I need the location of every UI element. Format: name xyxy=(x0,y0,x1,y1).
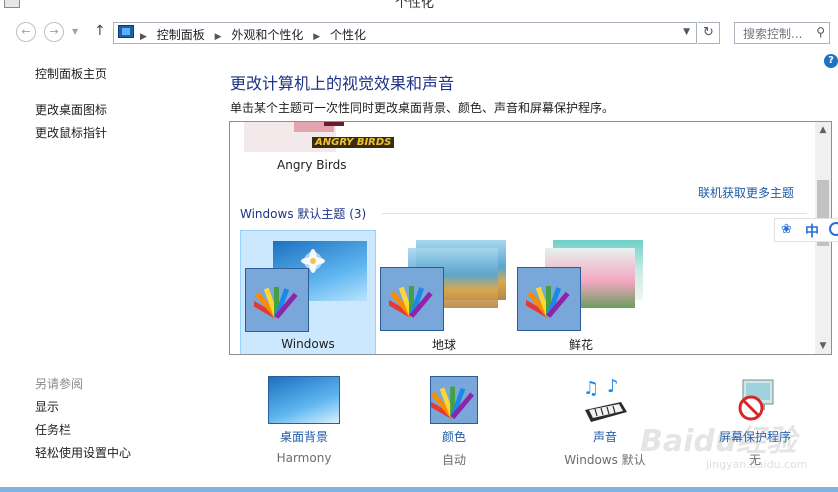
breadcrumb-appearance[interactable]: 外观和个性化 xyxy=(231,28,303,42)
address-dropdown-icon[interactable]: ▼ xyxy=(683,27,690,37)
color-palette-icon xyxy=(517,267,581,331)
address-bar[interactable]: ▶ 控制面板 ▶ 外观和个性化 ▶ 个性化 ▼ xyxy=(113,22,697,44)
change-mouse-pointers-link[interactable]: 更改鼠标指针 xyxy=(35,124,107,141)
breadcrumb: ▶ 控制面板 ▶ 外观和个性化 ▶ 个性化 xyxy=(140,26,372,43)
search-icon[interactable]: ⚲ xyxy=(816,25,825,39)
sound-keyboard-icon[interactable]: ♫ ♪ xyxy=(581,376,629,424)
forward-arrow-icon[interactable]: → xyxy=(44,22,64,42)
control-panel-home-link[interactable]: 控制面板主页 xyxy=(35,65,107,82)
angry-birds-theme-label[interactable]: Angry Birds xyxy=(277,158,346,172)
ime-language-toggle[interactable]: 中 xyxy=(805,221,819,241)
page-title: 更改计算机上的视觉效果和声音 xyxy=(230,74,455,93)
window-bottom-border xyxy=(0,487,838,492)
control-panel-icon xyxy=(118,25,134,38)
display-link[interactable]: 显示 xyxy=(35,398,59,415)
theme-name-flowers: 鲜花 xyxy=(568,338,593,352)
breadcrumb-personalization[interactable]: 个性化 xyxy=(330,28,366,42)
theme-name-windows: Windows xyxy=(281,337,335,351)
search-box[interactable]: ⚲ xyxy=(734,22,830,44)
refresh-icon[interactable]: ↻ xyxy=(698,22,720,44)
desktop-background-value: Harmony xyxy=(276,451,332,465)
color-link[interactable]: 颜色 xyxy=(399,428,509,445)
color-palette-icon xyxy=(245,268,309,332)
breadcrumb-separator-icon[interactable]: ▶ xyxy=(215,32,222,42)
color-palette-icon[interactable] xyxy=(424,376,478,424)
search-input[interactable] xyxy=(735,24,813,44)
breadcrumb-separator-icon[interactable]: ▶ xyxy=(140,32,147,42)
theme-earth[interactable]: 地球 xyxy=(376,230,512,354)
group-divider xyxy=(382,213,807,214)
breadcrumb-control-panel[interactable]: 控制面板 xyxy=(157,28,205,42)
thumbnail-art xyxy=(324,122,344,126)
navigation-bar: ← → ▼ ↑ ▶ 控制面板 ▶ 外观和个性化 ▶ 个性化 ▼ ↻ ⚲ xyxy=(0,18,838,46)
change-desktop-icons-link[interactable]: 更改桌面图标 xyxy=(35,101,107,118)
color-value: 自动 xyxy=(441,453,466,467)
desktop-background-icon[interactable] xyxy=(268,376,340,424)
angry-birds-logo: ANGRY BIRDS xyxy=(312,137,395,148)
help-icon[interactable]: ? xyxy=(824,54,838,68)
scroll-down-icon[interactable]: ▼ xyxy=(815,338,831,354)
theme-windows[interactable]: Windows xyxy=(240,230,376,354)
taskbar-link[interactable]: 任务栏 xyxy=(35,421,71,438)
window-icon[interactable] xyxy=(4,0,20,8)
scroll-up-icon[interactable]: ▲ xyxy=(815,122,831,138)
svg-text:♪: ♪ xyxy=(607,376,619,397)
baidu-watermark: Baidu经验 xyxy=(640,424,797,459)
paw-icon[interactable]: ❀ xyxy=(781,222,792,237)
svg-text:♫: ♫ xyxy=(583,378,599,399)
default-themes-group-label: Windows 默认主题 (3) xyxy=(240,207,367,221)
title-bar: 个性化 xyxy=(0,0,838,14)
recent-locations-dropdown-icon[interactable]: ▼ xyxy=(72,27,78,36)
ime-toolbar[interactable]: ❀ 中 xyxy=(774,218,838,242)
ease-of-access-link[interactable]: 轻松使用设置中心 xyxy=(35,444,131,461)
theme-name-earth: 地球 xyxy=(431,338,456,352)
page-subtitle: 单击某个主题可一次性同时更改桌面背景、颜色、声音和屏幕保护程序。 xyxy=(230,101,615,115)
desktop-background-link[interactable]: 桌面背景 xyxy=(249,428,359,445)
window-title: 个性化 xyxy=(395,0,435,11)
theme-flowers[interactable]: 鲜花 xyxy=(513,230,649,354)
color-palette-icon xyxy=(380,267,444,331)
back-arrow-icon[interactable]: ← xyxy=(16,22,36,42)
desktop-background-setting[interactable]: 桌面背景 Harmony xyxy=(249,376,359,465)
color-setting[interactable]: 颜色 自动 xyxy=(399,376,509,468)
ime-settings-icon[interactable] xyxy=(829,222,838,236)
theme-list[interactable]: ANGRY BIRDS Angry Birds 联机获取更多主题 Windows… xyxy=(229,121,832,355)
breadcrumb-separator-icon[interactable]: ▶ xyxy=(313,32,320,42)
up-arrow-icon[interactable]: ↑ xyxy=(94,23,106,39)
get-more-themes-online-link[interactable]: 联机获取更多主题 xyxy=(698,184,794,201)
baidu-watermark-url: jingyan.baidu.com xyxy=(706,458,808,471)
see-also-heading: 另请参阅 xyxy=(35,377,84,391)
